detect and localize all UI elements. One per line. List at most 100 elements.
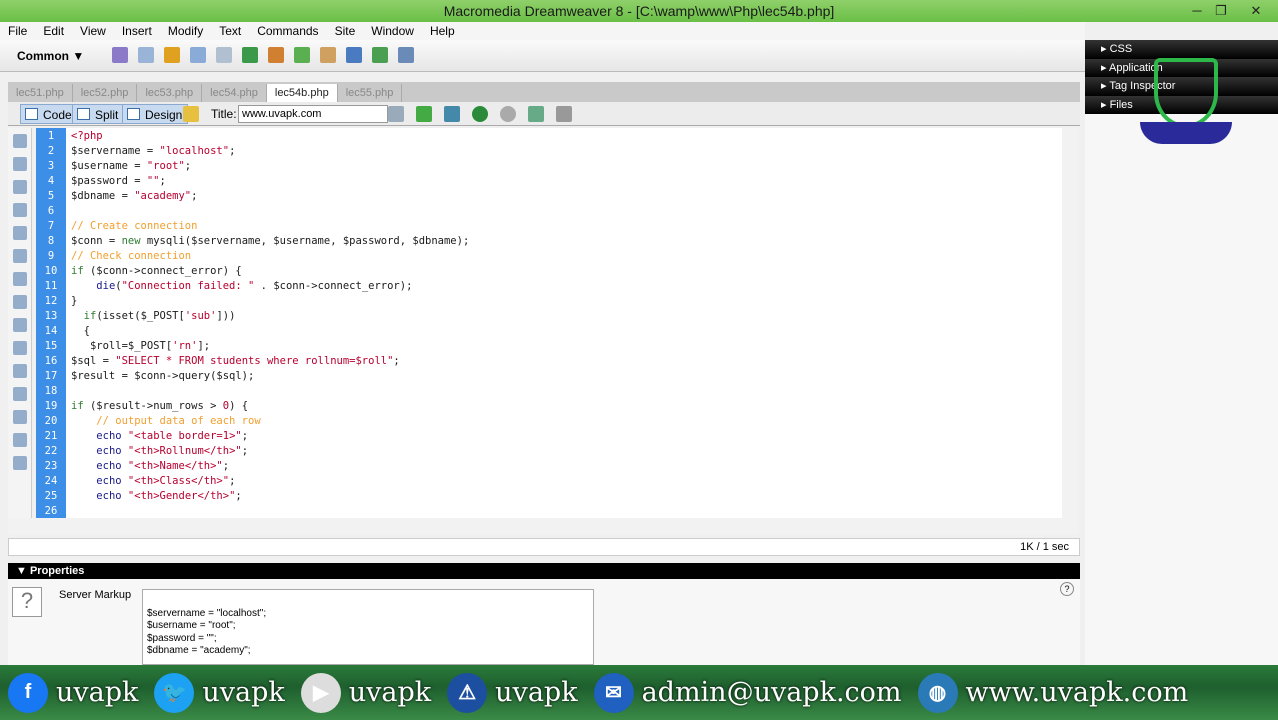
menu-bar: File Edit View Insert Modify Text Comman… — [0, 22, 1085, 40]
highlight-invalid-icon[interactable] — [12, 295, 27, 309]
menu-window[interactable]: Window — [363, 22, 422, 40]
tab-lec52[interactable]: lec52.php — [73, 84, 138, 102]
split-view-button[interactable]: Split — [72, 104, 125, 124]
menu-edit[interactable]: Edit — [35, 22, 72, 40]
help-icon[interactable]: ? — [1060, 582, 1074, 596]
menu-insert[interactable]: Insert — [114, 22, 160, 40]
expand-all-icon[interactable] — [12, 203, 27, 217]
insert-category-dropdown[interactable]: Common ▼ — [17, 49, 84, 63]
code-editor[interactable]: <?php $servername = "localhost"; $username… — [66, 128, 1062, 518]
panel-css-label: CSS — [1109, 43, 1133, 55]
head-icon[interactable] — [372, 47, 388, 63]
image-icon[interactable] — [242, 47, 258, 63]
debug-icon[interactable] — [416, 106, 432, 122]
div-icon[interactable] — [216, 47, 232, 63]
code-line: echo "<th>Gender</th>"; — [71, 489, 241, 504]
server-include-icon[interactable] — [320, 47, 336, 63]
menu-file[interactable]: File — [0, 22, 35, 40]
line-number: 24 — [44, 475, 58, 487]
title-input[interactable]: www.uvapk.com — [238, 105, 388, 123]
code-line: if ($conn->connect_error) { — [71, 264, 242, 279]
menu-text[interactable]: Text — [211, 22, 249, 40]
line-number: 7 — [47, 220, 55, 232]
code-token: new — [121, 235, 141, 247]
comment-icon[interactable] — [346, 47, 362, 63]
wrap-tag-icon[interactable] — [12, 364, 27, 378]
properties-title: Properties — [29, 565, 85, 577]
view-options-icon[interactable] — [528, 106, 544, 122]
menu-help[interactable]: Help — [422, 22, 463, 40]
code-line: } — [71, 294, 77, 309]
outdent-icon[interactable] — [12, 433, 27, 447]
line-numbers-icon[interactable] — [12, 272, 27, 286]
maximize-button[interactable]: ❐ — [1209, 0, 1233, 22]
live-data-icon[interactable] — [183, 106, 199, 122]
code-token: "root" — [146, 160, 185, 172]
hyperlink-icon[interactable] — [112, 47, 128, 63]
select-parent-tag-icon[interactable] — [12, 226, 27, 240]
remove-comment-icon[interactable] — [12, 341, 27, 355]
media-icon[interactable] — [268, 47, 284, 63]
file-transfer-icon[interactable] — [444, 106, 460, 122]
code-line: $password = ""; — [71, 174, 166, 189]
tab-lec53[interactable]: lec53.php — [137, 84, 203, 102]
menu-site[interactable]: Site — [327, 22, 364, 40]
indent-icon[interactable] — [12, 410, 27, 424]
properties-header[interactable]: ▼ Properties — [8, 563, 1080, 579]
panel-files-label: Files — [1109, 98, 1133, 111]
minimize-button[interactable]: ─ — [1185, 0, 1209, 22]
line-number: 22 — [44, 445, 58, 457]
line-number: 6 — [47, 205, 55, 217]
apply-comment-icon[interactable] — [12, 318, 27, 332]
format-source-icon[interactable] — [12, 456, 27, 470]
code-line: $servername = "localhost"; — [71, 144, 235, 159]
design-icon — [127, 108, 140, 120]
code-token: echo — [96, 430, 122, 442]
visual-aids-icon[interactable] — [556, 106, 572, 122]
code-token: // Create connection — [71, 220, 198, 232]
coding-toolbar — [8, 128, 32, 518]
menu-commands[interactable]: Commands — [249, 22, 326, 40]
email-link-icon[interactable] — [138, 47, 154, 63]
code-line: <?php — [71, 129, 103, 144]
code-line: echo "<th>Rollnum</th>"; — [71, 444, 248, 459]
collapse-tag-icon[interactable] — [12, 157, 27, 171]
banner-text: www.uvapk.com — [965, 677, 1189, 708]
recent-snippets-icon[interactable] — [12, 387, 27, 401]
collapse-selection-icon[interactable] — [12, 180, 27, 194]
table-icon[interactable] — [190, 47, 206, 63]
menu-view[interactable]: View — [72, 22, 114, 40]
tab-lec54b[interactable]: lec54b.php — [266, 84, 338, 102]
server-markup-label: Server Markup — [59, 589, 132, 601]
code-view-button[interactable]: Code — [20, 104, 78, 124]
refresh-icon[interactable] — [500, 106, 516, 122]
insert-bar: Common ▼ — [0, 40, 1085, 72]
close-button[interactable]: ✕ — [1244, 0, 1268, 22]
validate-icon[interactable] — [388, 106, 404, 122]
code-token: if — [71, 265, 84, 277]
horizontal-scrollbar[interactable] — [8, 518, 1078, 534]
tab-lec55[interactable]: lec55.php — [338, 84, 403, 102]
tab-lec51[interactable]: lec51.php — [8, 84, 73, 102]
preview-globe-icon[interactable] — [472, 106, 488, 122]
vertical-scrollbar[interactable] — [1062, 128, 1078, 518]
open-documents-icon[interactable] — [12, 134, 27, 148]
title-label: Title: — [211, 107, 237, 121]
code-token: "" — [146, 175, 160, 187]
anchor-icon[interactable] — [164, 47, 180, 63]
properties-panel: ? Server Markup $servername = "localhost… — [8, 579, 1080, 665]
template-icon[interactable] — [398, 47, 414, 63]
tab-lec54[interactable]: lec54.php — [202, 84, 267, 102]
date-icon[interactable] — [294, 47, 310, 63]
server-markup-textarea[interactable]: $servername = "localhost"; $username = "… — [142, 589, 594, 665]
menu-modify[interactable]: Modify — [160, 22, 211, 40]
balance-braces-icon[interactable] — [12, 249, 27, 263]
line-number: 12 — [44, 295, 58, 307]
code-line: // Create connection — [71, 219, 197, 234]
code-token: (isset($_POST[ — [96, 310, 185, 322]
design-view-button[interactable]: Design — [122, 104, 189, 124]
